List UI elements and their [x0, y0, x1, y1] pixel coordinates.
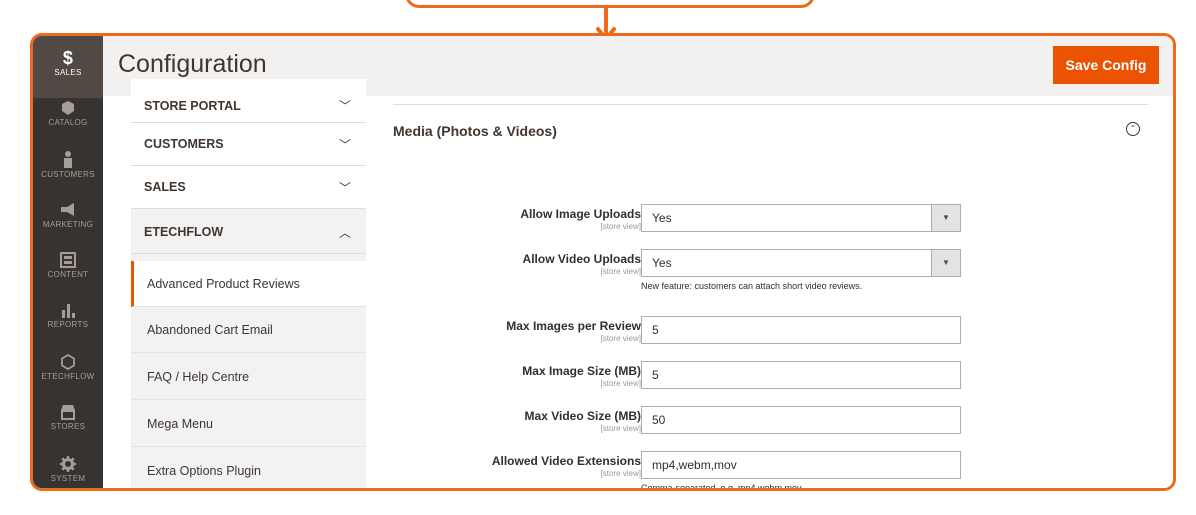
field-scope: [store view] [600, 334, 641, 343]
config-main: Media (Photos & Videos) ⌃ Allow Image Up… [393, 96, 1173, 488]
nav-item-etechflow[interactable]: ETECHFLOW [33, 354, 103, 381]
dropdown-arrow-icon[interactable]: ▼ [931, 205, 960, 231]
nav-item-stores[interactable]: STORES [33, 404, 103, 431]
layout-icon [60, 252, 76, 268]
nav-item-content[interactable]: CONTENT [33, 252, 103, 279]
dollar-icon: $ [62, 48, 74, 68]
tab-label: CUSTOMERS [144, 137, 224, 151]
divider [393, 104, 1148, 105]
nav-item-sales[interactable]: $ SALES [33, 36, 103, 98]
storefront-icon [61, 405, 75, 420]
admin-nav: $ SALES CATALOG CUSTOMERS MARKETING CONT… [33, 36, 103, 488]
select-value: Yes [652, 256, 672, 270]
field-label: Max Images per Review [506, 319, 641, 333]
save-config-button[interactable]: Save Config [1053, 46, 1159, 84]
nav-label: REPORTS [47, 320, 89, 329]
max-image-size-input[interactable]: 5 [641, 361, 961, 389]
chevron-down-icon: ﹀ [338, 138, 351, 152]
chevron-down-icon: ﹀ [338, 99, 351, 113]
nav-label: MARKETING [42, 220, 94, 229]
chevron-down-icon: ﹀ [338, 181, 351, 195]
field-note: Comma-separated, e.g. mp4,webm,mov [641, 483, 802, 491]
allow-video-uploads-select[interactable]: Yes ▼ [641, 249, 961, 277]
field-scope: [store view] [600, 424, 641, 433]
tab-etechflow[interactable]: ETECHFLOW ︿ [131, 209, 366, 254]
sidebar-item-label: Mega Menu [147, 417, 214, 431]
nav-item-marketing[interactable]: MARKETING [33, 202, 103, 229]
field-scope: [store view] [600, 469, 641, 478]
content-area: STORE PORTAL ﹀ CUSTOMERS ﹀ SALES ﹀ ETECH… [103, 79, 1173, 488]
nav-label: SYSTEM [50, 474, 86, 483]
sidebar-item-label: Advanced Product Reviews [147, 277, 300, 291]
nav-label: CUSTOMERS [41, 170, 95, 179]
nav-label: SALES [54, 68, 82, 77]
tab-customers[interactable]: CUSTOMERS ﹀ [131, 123, 366, 166]
field-scope: [store view] [600, 222, 641, 231]
page-title: Configuration [118, 50, 267, 78]
dropdown-arrow-icon[interactable]: ▼ [931, 250, 960, 276]
sidebar-item-abandoned-cart-email[interactable]: Abandoned Cart Email [131, 307, 366, 353]
field-label: Max Image Size (MB) [522, 364, 641, 378]
person-icon [64, 151, 72, 168]
field-label: Allowed Video Extensions [491, 454, 641, 468]
max-video-size-input[interactable]: 50 [641, 406, 961, 434]
collapse-icon[interactable]: ⌃ [1126, 122, 1140, 136]
sidebar-item-mega-menu[interactable]: Mega Menu [131, 401, 366, 447]
admin-frame: $ SALES CATALOG CUSTOMERS MARKETING CONT… [30, 33, 1176, 491]
field-scope: [store view] [600, 379, 641, 388]
nav-item-customers[interactable]: CUSTOMERS [33, 150, 103, 179]
select-value: Yes [652, 211, 672, 225]
nav-item-catalog[interactable]: CATALOG [33, 100, 103, 127]
tab-sales[interactable]: SALES ﹀ [131, 166, 366, 209]
field-label: Max Video Size (MB) [524, 409, 641, 423]
section-title[interactable]: Media (Photos & Videos) [393, 123, 557, 139]
max-images-per-review-input[interactable]: 5 [641, 316, 961, 344]
sidebar-item-extra-options-plugin[interactable]: Extra Options Plugin [131, 448, 366, 488]
sidebar-item-label: Abandoned Cart Email [147, 323, 273, 337]
config-sidebar: STORE PORTAL ﹀ CUSTOMERS ﹀ SALES ﹀ ETECH… [131, 79, 366, 488]
tab-label: ETECHFLOW [144, 225, 224, 239]
bar-chart-icon [62, 304, 75, 318]
gear-icon [60, 456, 76, 472]
nav-label: STORES [50, 422, 86, 431]
tab-store-portal[interactable]: STORE PORTAL ﹀ [131, 79, 366, 123]
field-label: Allow Image Uploads [520, 207, 641, 221]
tab-label: SALES [144, 180, 186, 194]
tab-label: STORE PORTAL [144, 99, 241, 113]
field-label: Allow Video Uploads [522, 252, 641, 266]
allowed-video-extensions-input[interactable]: mp4,webm,mov [641, 451, 961, 479]
nav-label: CATALOG [48, 118, 88, 127]
megaphone-icon [61, 203, 74, 216]
hexagon-icon [61, 354, 75, 370]
sidebar-item-faq-help-centre[interactable]: FAQ / Help Centre [131, 354, 366, 400]
sidebar-item-advanced-product-reviews[interactable]: Advanced Product Reviews [131, 261, 366, 307]
nav-label: CONTENT [47, 270, 89, 279]
nav-item-system[interactable]: SYSTEM [33, 456, 103, 483]
chevron-up-icon: ︿ [338, 226, 351, 240]
allow-image-uploads-select[interactable]: Yes ▼ [641, 204, 961, 232]
nav-label: ETECHFLOW [41, 372, 95, 381]
cube-icon [62, 101, 74, 115]
field-scope: [store view] [600, 267, 641, 276]
field-note: New feature: customers can attach short … [641, 281, 863, 291]
nav-item-reports[interactable]: REPORTS [33, 302, 103, 329]
sidebar-item-label: FAQ / Help Centre [147, 370, 250, 384]
sidebar-item-label: Extra Options Plugin [147, 464, 261, 478]
